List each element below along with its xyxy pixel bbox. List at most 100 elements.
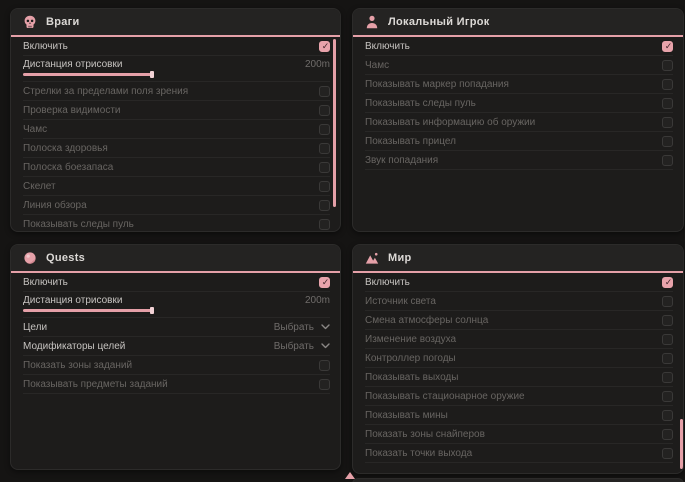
next-panel-partial xyxy=(352,478,684,482)
slider-thumb[interactable] xyxy=(150,71,154,78)
row-label: Модификаторы целей xyxy=(23,341,125,352)
checkbox[interactable] xyxy=(319,124,330,135)
checkbox[interactable] xyxy=(662,155,673,166)
row-label: Включить xyxy=(23,41,68,52)
checkbox[interactable] xyxy=(319,86,330,97)
row-label: Включить xyxy=(365,41,410,52)
checkbox[interactable] xyxy=(662,136,673,147)
checkbox[interactable]: ✓ xyxy=(662,41,673,52)
row-checkbox: Показывать стационарное оружие xyxy=(365,387,673,406)
checkbox[interactable] xyxy=(319,219,330,230)
row-label: Показывать выходы xyxy=(365,372,458,383)
row-checkbox: Показывать мины xyxy=(365,406,673,425)
row-label: Дистанция отрисовки xyxy=(23,295,122,306)
checkbox[interactable] xyxy=(319,143,330,154)
row-slider: Дистанция отрисовки 200m xyxy=(23,292,330,318)
slider-track[interactable] xyxy=(23,309,153,312)
slider-track[interactable] xyxy=(23,73,153,76)
row-label: Дистанция отрисовки xyxy=(23,59,122,70)
checkbox[interactable] xyxy=(662,353,673,364)
panel-world: Мир Включить✓ Источник света Смена атмосфе… xyxy=(352,244,684,474)
row-checkbox: Показывать следы пуль xyxy=(23,215,330,232)
panel-local-player-header[interactable]: Локальный Игрок xyxy=(353,9,683,37)
row-checkbox: Показывать прицел xyxy=(365,132,673,151)
row-label: Линия обзора xyxy=(23,200,87,211)
row-label: Показать зоны заданий xyxy=(23,360,132,371)
row-checkbox: Изменение воздуха xyxy=(365,330,673,349)
checkbox[interactable] xyxy=(662,410,673,421)
row-checkbox: Показывать маркер попадания xyxy=(365,75,673,94)
panel-local-player: Локальный Игрок Включить ✓ Чамс Показывать … xyxy=(352,8,684,232)
row-checkbox: Показывать предметы заданий xyxy=(23,375,330,394)
row-checkbox: Включить ✓ xyxy=(23,37,330,56)
row-label: Полоска здоровья xyxy=(23,143,108,154)
checkbox[interactable] xyxy=(662,296,673,307)
checkbox[interactable] xyxy=(319,200,330,211)
checkbox[interactable] xyxy=(319,360,330,371)
person-icon xyxy=(365,15,379,29)
checkbox[interactable] xyxy=(662,372,673,383)
row-label: Проверка видимости xyxy=(23,105,121,116)
row-label: Источник света xyxy=(365,296,436,307)
panel-quests-header[interactable]: Quests xyxy=(11,245,340,273)
skull-icon xyxy=(23,15,37,29)
panel-enemies-header[interactable]: Враги xyxy=(11,9,340,37)
row-label: Показывать следы пуль xyxy=(23,219,134,230)
row-checkbox: Показать зоны заданий xyxy=(23,356,330,375)
checkbox[interactable]: ✓ xyxy=(319,277,330,288)
checkbox[interactable] xyxy=(319,181,330,192)
checkbox[interactable] xyxy=(662,429,673,440)
select-control[interactable]: Выбрать xyxy=(274,341,330,352)
checkbox[interactable] xyxy=(662,448,673,459)
panel-quests-title: Quests xyxy=(46,252,85,264)
select-control[interactable]: Выбрать xyxy=(274,322,330,333)
checkbox[interactable] xyxy=(662,117,673,128)
row-checkbox: Включить ✓ xyxy=(365,37,673,56)
checkbox[interactable] xyxy=(662,391,673,402)
row-checkbox: Включить✓ xyxy=(365,273,673,292)
row-checkbox: Чамс xyxy=(365,56,673,75)
row-label: Показывать прицел xyxy=(365,136,456,147)
checkbox[interactable] xyxy=(319,105,330,116)
row-checkbox: Стрелки за пределами поля зрения xyxy=(23,82,330,101)
row-label: Показывать мины xyxy=(365,410,448,421)
row-label: Показывать предметы заданий xyxy=(23,379,168,390)
cheat-menu-overlay: Враги Включить ✓ Дистанция отрисовки 200m Ст… xyxy=(0,0,685,482)
check-icon: ✓ xyxy=(663,41,674,52)
panel-enemies: Враги Включить✓Дистанция отрисовки200mСт… xyxy=(10,8,341,232)
row-label: Цели xyxy=(23,322,47,333)
checkbox[interactable] xyxy=(319,162,330,173)
checkbox[interactable] xyxy=(662,98,673,109)
panel-world-header[interactable]: Мир xyxy=(353,245,683,273)
world-scrollbar[interactable] xyxy=(680,419,683,469)
row-checkbox: Звук попадания xyxy=(365,151,673,170)
checkbox[interactable]: ✓ xyxy=(662,277,673,288)
checkbox[interactable] xyxy=(662,79,673,90)
checkbox[interactable] xyxy=(662,334,673,345)
row-checkbox: Полоска боезапаса xyxy=(23,158,330,177)
slider-thumb[interactable] xyxy=(150,307,154,314)
checkbox[interactable] xyxy=(662,315,673,326)
row-label: Стрелки за пределами поля зрения xyxy=(23,86,188,97)
row-checkbox: Полоска здоровья xyxy=(23,139,330,158)
enemies-scrollbar[interactable] xyxy=(333,39,336,207)
row-checkbox: Показывать следы пуль xyxy=(365,94,673,113)
checkbox[interactable] xyxy=(662,60,673,71)
orb-icon xyxy=(23,251,37,265)
row-label: Показать зоны снайперов xyxy=(365,429,485,440)
panel-world-body: Включить✓ Источник света Смена атмосферы с… xyxy=(353,273,683,463)
panel-quests-body: Включить ✓ Дистанция отрисовки 200m Цели Выбр… xyxy=(11,273,340,394)
checkbox[interactable] xyxy=(319,379,330,390)
row-label: Показывать стационарное оружие xyxy=(365,391,525,402)
checkbox[interactable]: ✓ xyxy=(319,41,330,52)
row-select: Модификаторы целей Выбрать xyxy=(23,337,330,356)
row-checkbox: Проверка видимости xyxy=(23,101,330,120)
row-label: Показывать маркер попадания xyxy=(365,79,509,90)
scroll-more-indicator[interactable] xyxy=(345,472,355,479)
row-checkbox: Смена атмосферы солнца xyxy=(365,311,673,330)
slider-value: 200m xyxy=(305,295,330,306)
row-checkbox: Показывать информацию об оружии xyxy=(365,113,673,132)
row-checkbox: Показывать выходы xyxy=(365,368,673,387)
row-label: Показывать следы пуль xyxy=(365,98,476,109)
row-label: Включить xyxy=(23,277,68,288)
